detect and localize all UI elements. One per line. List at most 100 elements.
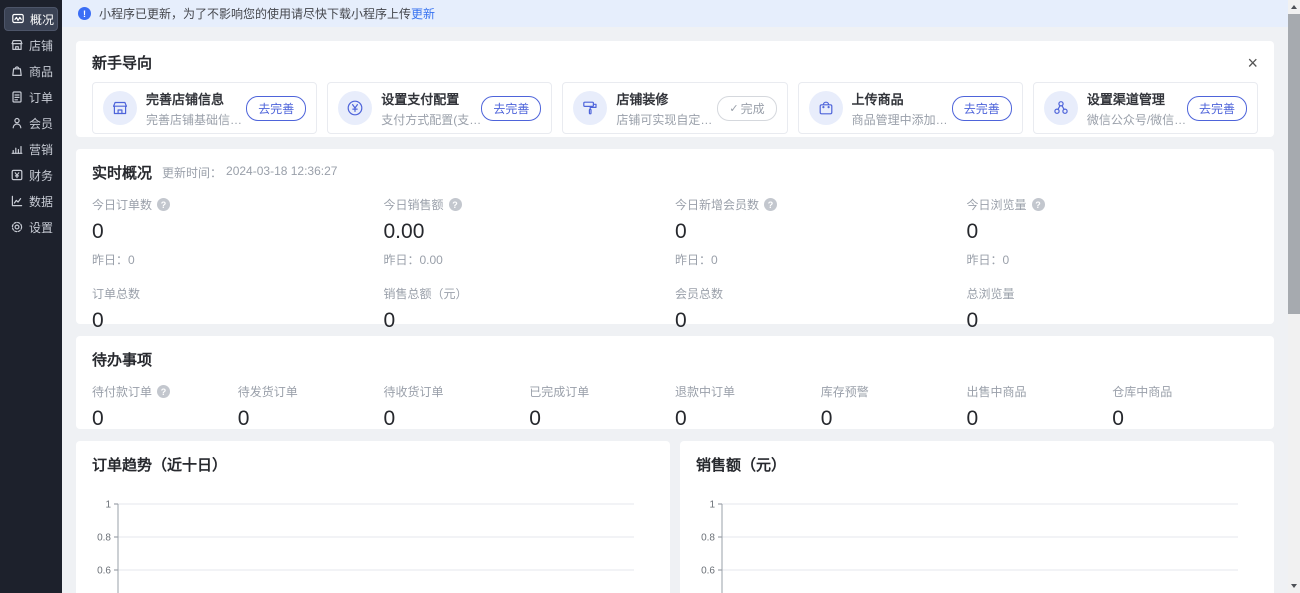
stat-item: 已完成订单0 bbox=[529, 383, 675, 431]
scroll-down-arrow-icon[interactable] bbox=[1288, 579, 1300, 593]
stat-value: 0 bbox=[92, 220, 384, 244]
sidebar-item-orders[interactable]: 订单 bbox=[4, 85, 58, 109]
stat-value: 0 bbox=[384, 407, 530, 431]
svg-text:0.8: 0.8 bbox=[701, 533, 715, 544]
help-icon[interactable]: ? bbox=[449, 198, 462, 211]
yen-icon bbox=[338, 91, 372, 125]
sidebar-item-label: 商品 bbox=[29, 63, 53, 80]
marketing-icon bbox=[10, 142, 24, 156]
banner-text: 小程序已更新，为了不影响您的使用请尽快下载小程序上传 bbox=[99, 5, 411, 22]
stat-label: 今日订单数? bbox=[92, 196, 384, 213]
sales-chart-title: 销售额（元） bbox=[696, 454, 1258, 475]
guide-card-channel-management: 设置渠道管理微信公众号/微信小程序去完善 bbox=[1033, 82, 1258, 134]
sidebar-item-label: 店铺 bbox=[29, 37, 53, 54]
guide-card-row: 完善店铺信息完善店铺基础信息等去完善设置支付配置支付方式配置(支付宝/微信)去完… bbox=[92, 82, 1258, 134]
stat-item: 会员总数0 bbox=[675, 285, 967, 333]
stat-item: 今日销售额?0.00昨日：0.00 bbox=[384, 196, 676, 268]
stat-value: 0 bbox=[238, 407, 384, 431]
stat-value: 0 bbox=[92, 309, 384, 333]
sidebar-item-finance[interactable]: 财务 bbox=[4, 163, 58, 187]
sidebar-item-label: 概况 bbox=[30, 11, 54, 28]
shop-icon bbox=[10, 38, 24, 52]
help-icon[interactable]: ? bbox=[157, 385, 170, 398]
order-trend-chart: 10.80.60.40.20 bbox=[92, 484, 654, 593]
sidebar-item-label: 营销 bbox=[29, 141, 53, 158]
stat-label: 库存预警 bbox=[821, 383, 967, 400]
guide-card-title: 设置支付配置 bbox=[381, 89, 481, 108]
stat-value: 0 bbox=[967, 220, 1259, 244]
stat-value: 0 bbox=[967, 309, 1259, 333]
stat-label: 待收货订单 bbox=[384, 383, 530, 400]
sidebar-item-settings[interactable]: 设置 bbox=[4, 215, 58, 239]
sidebar-item-goods[interactable]: 商品 bbox=[4, 59, 58, 83]
stat-label: 今日销售额? bbox=[384, 196, 676, 213]
stat-label: 退款中订单 bbox=[675, 383, 821, 400]
stat-value: 0 bbox=[384, 309, 676, 333]
go-complete-button[interactable]: 去完善 bbox=[481, 96, 541, 121]
stat-sub: 昨日：0 bbox=[967, 251, 1259, 268]
go-complete-button[interactable]: 去完善 bbox=[952, 96, 1012, 121]
sales-chart: 10.80.60.40.20 bbox=[696, 484, 1258, 593]
realtime-stats-bottom: 订单总数0销售总额（元）0会员总数0总浏览量0 bbox=[92, 285, 1258, 333]
stat-value: 0 bbox=[675, 309, 967, 333]
sidebar-nav: 概况店铺商品订单会员营销财务数据设置 bbox=[0, 7, 62, 239]
paint-roller-icon bbox=[573, 91, 607, 125]
scrollbar-thumb[interactable] bbox=[1288, 14, 1300, 314]
scroll-up-arrow-icon[interactable] bbox=[1288, 0, 1300, 14]
sidebar-item-marketing[interactable]: 营销 bbox=[4, 137, 58, 161]
sidebar-item-label: 会员 bbox=[29, 115, 53, 132]
goods-icon bbox=[10, 64, 24, 78]
sidebar-item-label: 订单 bbox=[29, 89, 53, 106]
stat-item: 销售总额（元）0 bbox=[384, 285, 676, 333]
order-trend-card: 订单趋势（近十日） 10.80.60.40.20 bbox=[76, 441, 670, 593]
guide-card-title: 上传商品 bbox=[852, 89, 952, 108]
sidebar-item-shop[interactable]: 店铺 bbox=[4, 33, 58, 57]
content-area: 新手导向 × 完善店铺信息完善店铺基础信息等去完善设置支付配置支付方式配置(支付… bbox=[62, 27, 1288, 593]
stat-item: 出售中商品 0 bbox=[967, 383, 1113, 431]
guide-card-title: 完善店铺信息 bbox=[146, 89, 246, 108]
sidebar: 概况店铺商品订单会员营销财务数据设置 bbox=[0, 0, 62, 593]
completed-button[interactable]: ✓完成 bbox=[717, 96, 776, 121]
todo-title: 待办事项 bbox=[92, 349, 152, 370]
orders-icon bbox=[10, 90, 24, 104]
newbie-guide-section: 新手导向 × 完善店铺信息完善店铺基础信息等去完善设置支付配置支付方式配置(支付… bbox=[76, 41, 1274, 137]
stat-item: 今日新增会员数?0昨日：0 bbox=[675, 196, 967, 268]
stat-item: 库存预警0 bbox=[821, 383, 967, 431]
stat-label: 待发货订单 bbox=[238, 383, 384, 400]
update-link[interactable]: 更新 bbox=[411, 5, 435, 22]
go-complete-button[interactable]: 去完善 bbox=[1187, 96, 1247, 121]
update-time-value: 2024-03-18 12:36:27 bbox=[226, 164, 337, 181]
todo-stats: 待付款订单?0待发货订单0待收货订单0已完成订单0退款中订单0库存预警0出售中商… bbox=[92, 383, 1258, 431]
close-icon[interactable]: × bbox=[1247, 56, 1258, 70]
sidebar-item-members[interactable]: 会员 bbox=[4, 111, 58, 135]
help-icon[interactable]: ? bbox=[764, 198, 777, 211]
scrollbar[interactable] bbox=[1288, 0, 1300, 593]
stat-value: 0 bbox=[967, 407, 1113, 431]
stat-value: 0 bbox=[529, 407, 675, 431]
sidebar-item-data[interactable]: 数据 bbox=[4, 189, 58, 213]
channels-icon bbox=[1044, 91, 1078, 125]
stat-item: 总浏览量 0 bbox=[967, 285, 1259, 333]
stat-value: 0 bbox=[675, 220, 967, 244]
stat-label: 总浏览量 bbox=[967, 285, 1259, 302]
stat-label: 待付款订单? bbox=[92, 383, 238, 400]
guide-card-payment-config: 设置支付配置支付方式配置(支付宝/微信)去完善 bbox=[327, 82, 552, 134]
stat-item: 仓库中商品0 bbox=[1112, 383, 1258, 431]
guide-card-title: 设置渠道管理 bbox=[1087, 89, 1187, 108]
sidebar-item-overview[interactable]: 概况 bbox=[4, 7, 58, 31]
svg-text:1: 1 bbox=[105, 500, 111, 511]
settings-icon bbox=[10, 220, 24, 234]
check-icon: ✓ bbox=[729, 102, 738, 115]
guide-title: 新手导向 bbox=[92, 52, 152, 73]
go-complete-button[interactable]: 去完善 bbox=[246, 96, 306, 121]
help-icon[interactable]: ? bbox=[157, 198, 170, 211]
svg-text:1: 1 bbox=[709, 500, 715, 511]
update-time-label: 更新时间： bbox=[162, 164, 222, 181]
stat-label: 今日新增会员数? bbox=[675, 196, 967, 213]
main-area: ! 小程序已更新，为了不影响您的使用请尽快下载小程序上传 更新 新手导向 × 完… bbox=[62, 0, 1288, 593]
help-icon[interactable]: ? bbox=[1032, 198, 1045, 211]
stat-item: 待付款订单?0 bbox=[92, 383, 238, 431]
stat-label: 出售中商品 bbox=[967, 383, 1113, 400]
todo-section: 待办事项 待付款订单?0待发货订单0待收货订单0已完成订单0退款中订单0库存预警… bbox=[76, 336, 1274, 429]
guide-card-desc: 店铺可实现自定义模板装修 bbox=[616, 111, 717, 128]
